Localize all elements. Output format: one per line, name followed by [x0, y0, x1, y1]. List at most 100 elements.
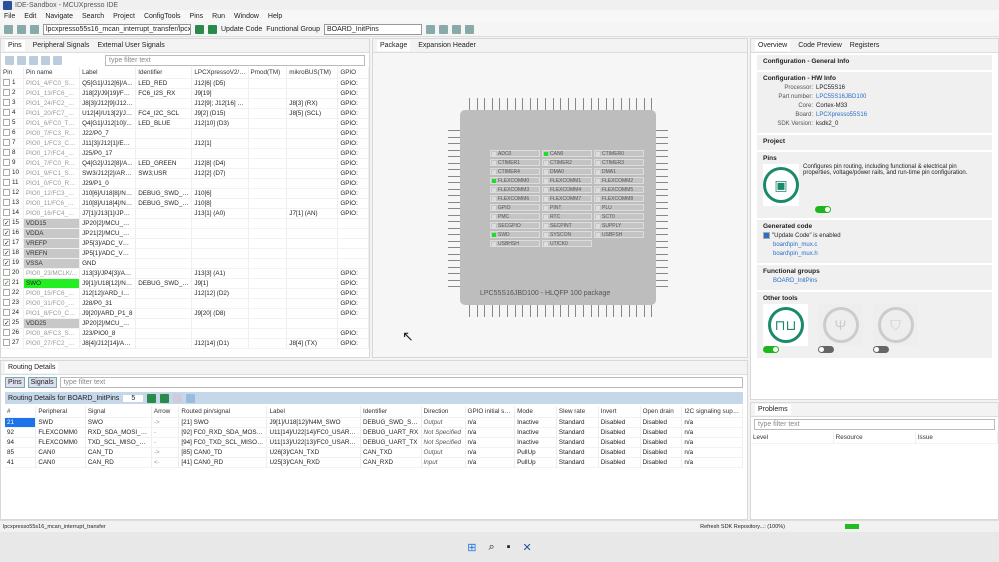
- column-header[interactable]: Label: [266, 406, 361, 418]
- chip-pin[interactable]: [605, 305, 607, 317]
- new-icon[interactable]: [4, 24, 13, 34]
- table-row[interactable]: 11 PIO1_0/FC0_RTS... J29/P1_0 GPIO:: [1, 178, 369, 189]
- search-icon[interactable]: ⌕: [488, 541, 494, 554]
- section-title[interactable]: Configuration - HW Info: [763, 75, 986, 82]
- chip-pin[interactable]: [448, 195, 460, 196]
- column-header[interactable]: Identifier: [135, 67, 193, 79]
- column-header[interactable]: Level: [751, 432, 834, 444]
- tab[interactable]: Peripheral Signals: [33, 42, 90, 49]
- peripheral-flexcomm3[interactable]: FLEXCOMM3: [490, 186, 540, 193]
- chip-pin[interactable]: [507, 98, 508, 110]
- chip-pin[interactable]: [448, 156, 460, 157]
- print-icon[interactable]: [30, 24, 39, 34]
- usb-tool-tile[interactable]: Ψ: [818, 304, 863, 347]
- peripheral-rtc[interactable]: RTC: [542, 213, 592, 220]
- toolbar-icon[interactable]: [438, 24, 448, 34]
- column-header[interactable]: LPCXpressoV2/V...: [191, 67, 249, 79]
- update-code-checkbox[interactable]: [763, 232, 770, 239]
- chip-pin[interactable]: [598, 98, 600, 110]
- pin-checkbox[interactable]: [3, 209, 10, 217]
- tab-routing-details[interactable]: Routing Details: [5, 362, 59, 373]
- peripheral-flexcomm6[interactable]: FLEXCOMM6: [490, 195, 540, 202]
- column-header[interactable]: Identifier: [360, 406, 422, 418]
- chip-pin[interactable]: [448, 188, 460, 190]
- windows-start-icon[interactable]: ⊞: [467, 541, 476, 554]
- chip-pin[interactable]: [484, 98, 486, 110]
- group-link[interactable]: BOARD_InitPins: [773, 278, 976, 284]
- tee-toggle[interactable]: [873, 346, 889, 354]
- table-row[interactable]: 21 SWD SWO -> [21] SWO J9[1]/U18[12]/N4M_SWO D…: [5, 417, 743, 428]
- chip-pin[interactable]: [656, 240, 668, 242]
- peripheral-pint[interactable]: PINT: [542, 204, 592, 211]
- pin-checkbox[interactable]: ✓: [3, 279, 10, 287]
- usb-toggle[interactable]: [818, 346, 834, 354]
- pin-checkbox[interactable]: [3, 139, 10, 147]
- peripheral-gpio[interactable]: GPIO: [490, 204, 540, 211]
- chip-pin[interactable]: [448, 214, 460, 216]
- column-header[interactable]: Routed pin/signal: [178, 406, 268, 418]
- column-header[interactable]: Pin name: [23, 67, 81, 79]
- menu-window[interactable]: Window: [234, 13, 259, 20]
- chip-pin[interactable]: [656, 247, 668, 248]
- peripheral-pmc[interactable]: PMC: [490, 213, 540, 220]
- chip-pin[interactable]: [590, 305, 592, 317]
- chip-pin[interactable]: [656, 175, 668, 177]
- table-row[interactable]: 12 PIO0_12/FC3_TX... J10[6]/U18[8]/N4... DE…: [1, 188, 369, 199]
- chip-pin[interactable]: [491, 98, 493, 110]
- chip-pin[interactable]: [643, 98, 645, 110]
- pin-checkbox[interactable]: [3, 329, 10, 337]
- pin-checkbox[interactable]: [3, 199, 10, 207]
- peripheral-plu[interactable]: PLU: [594, 204, 644, 211]
- chip-pin[interactable]: [448, 149, 460, 151]
- menu-search[interactable]: Search: [82, 13, 104, 20]
- home-icon[interactable]: [195, 24, 204, 34]
- chip-pin[interactable]: [514, 98, 516, 110]
- chip-pin[interactable]: [583, 305, 584, 317]
- peripheral-usbfsh[interactable]: USBFSH: [594, 231, 644, 238]
- chip-pin[interactable]: [552, 98, 554, 110]
- peripheral-utick0[interactable]: UTICK0: [542, 240, 592, 247]
- pins-toggle[interactable]: [815, 206, 831, 213]
- pin-checkbox[interactable]: ✓: [3, 259, 10, 267]
- toolbar-icon[interactable]: [17, 55, 26, 65]
- chip-pin[interactable]: [529, 305, 531, 317]
- pin-checkbox[interactable]: [3, 119, 10, 127]
- chip-pin[interactable]: [522, 305, 524, 317]
- table-row[interactable]: 8 PIO0_17/FC4_SS... J25/P0_17 GPIO:: [1, 148, 369, 159]
- chip-pin[interactable]: [605, 98, 607, 110]
- chip-pin[interactable]: [507, 305, 508, 317]
- functional-group-combo[interactable]: BOARD_InitPins: [323, 23, 422, 35]
- tab-problems[interactable]: Problems: [755, 404, 791, 415]
- chip-pin[interactable]: [643, 305, 645, 317]
- routing-filter-input[interactable]: type filter text: [59, 377, 743, 388]
- chip-pin[interactable]: [469, 98, 470, 110]
- pin-checkbox[interactable]: [3, 339, 10, 347]
- table-row[interactable]: 7 PIO0_1/FC3_CTS... J11[3]/J12[1]/EXP... J1…: [1, 138, 369, 149]
- pins-filter-input[interactable]: type filter text: [105, 54, 365, 66]
- count-field[interactable]: 5: [123, 394, 144, 402]
- chip-pin[interactable]: [545, 305, 546, 317]
- toolbar-icon[interactable]: [53, 55, 62, 65]
- chip-pin[interactable]: [656, 169, 668, 170]
- pin-checkbox[interactable]: [3, 299, 10, 307]
- hw-value[interactable]: LPC55S16JBD100: [816, 94, 866, 100]
- peripheral-ctimer3[interactable]: CTIMER3: [594, 159, 644, 166]
- chip-pin[interactable]: [575, 98, 577, 110]
- pin-checkbox[interactable]: ✓: [3, 239, 10, 247]
- chip-pin[interactable]: [656, 266, 668, 268]
- tab[interactable]: Registers: [850, 42, 880, 49]
- table-row[interactable]: 1 PIO1_4/FC0_SCK... Q5[G1]/J12[6]/A... LED_…: [1, 78, 369, 89]
- chip-pin[interactable]: [448, 130, 460, 131]
- peripheral-flexcomm5[interactable]: FLEXCOMM5: [594, 186, 644, 193]
- file-link[interactable]: board\pin_mux.c: [773, 242, 976, 248]
- peripheral-ctimer4[interactable]: CTIMER4: [490, 168, 540, 175]
- column-header[interactable]: Peripheral: [35, 406, 86, 418]
- menu-file[interactable]: File: [4, 13, 15, 20]
- table-row[interactable]: 92 FLEXCOMM0 RXD_SDA_MOSI_DATA - [92] FC0_RX…: [5, 427, 743, 438]
- chip-pin[interactable]: [448, 253, 460, 255]
- chip-pin[interactable]: [476, 305, 478, 317]
- chip-pin[interactable]: [448, 136, 460, 138]
- column-header[interactable]: Slew rate: [556, 406, 599, 418]
- chip-pin[interactable]: [448, 260, 460, 261]
- chip-pin[interactable]: [656, 201, 668, 203]
